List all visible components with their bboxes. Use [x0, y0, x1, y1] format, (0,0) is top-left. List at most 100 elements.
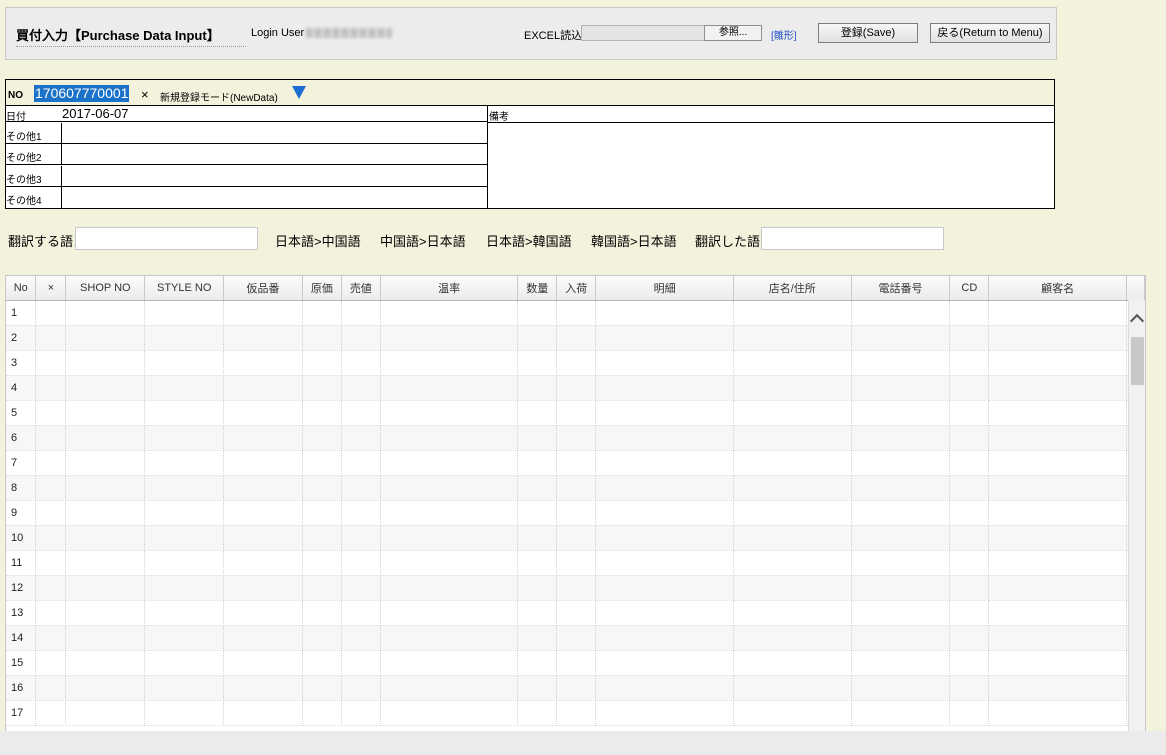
grid-cell[interactable]	[556, 700, 597, 726]
column-header[interactable]: STYLE NO	[144, 276, 225, 301]
grid-cell[interactable]	[144, 575, 225, 601]
grid-cell[interactable]	[851, 550, 951, 576]
grid-cell[interactable]	[144, 650, 225, 676]
grid-cell[interactable]	[851, 700, 951, 726]
grid-cell[interactable]	[988, 325, 1127, 351]
grid-cell[interactable]	[517, 400, 558, 426]
grid-cell[interactable]	[733, 300, 852, 326]
grid-cell[interactable]	[144, 475, 225, 501]
grid-cell[interactable]	[65, 425, 146, 451]
grid-cell[interactable]	[517, 525, 558, 551]
grid-cell[interactable]	[595, 550, 734, 576]
grid-cell[interactable]	[380, 575, 519, 601]
grid-cell[interactable]	[144, 550, 225, 576]
grid-cell[interactable]	[988, 400, 1127, 426]
excel-file-input[interactable]	[581, 25, 705, 41]
grid-cell[interactable]	[35, 675, 67, 701]
grid-cell[interactable]	[988, 350, 1127, 376]
column-header[interactable]: 明細	[595, 276, 734, 301]
grid-cell[interactable]	[949, 400, 990, 426]
grid-cell[interactable]	[595, 700, 734, 726]
column-header[interactable]: 売値	[341, 276, 381, 301]
grid-cell[interactable]	[556, 675, 597, 701]
grid-cell[interactable]	[223, 550, 303, 576]
grid-cell[interactable]	[988, 600, 1127, 626]
grid-cell[interactable]	[35, 550, 67, 576]
grid-cell[interactable]	[380, 525, 519, 551]
grid-cell[interactable]	[851, 600, 951, 626]
grid-cell[interactable]	[144, 675, 225, 701]
grid-cell[interactable]	[595, 475, 734, 501]
grid-cell[interactable]	[733, 550, 852, 576]
grid-cell[interactable]	[341, 550, 381, 576]
grid-cell[interactable]	[302, 300, 342, 326]
grid-cell[interactable]	[223, 525, 303, 551]
grid-cell[interactable]	[65, 300, 146, 326]
grid-cell[interactable]	[144, 300, 225, 326]
grid-cell[interactable]	[949, 475, 990, 501]
grid-cell[interactable]	[851, 650, 951, 676]
grid-cell[interactable]	[341, 675, 381, 701]
grid-cell[interactable]	[949, 325, 990, 351]
grid-cell[interactable]	[302, 325, 342, 351]
grid-cell[interactable]	[302, 700, 342, 726]
grid-cell[interactable]	[380, 350, 519, 376]
grid-cell[interactable]	[517, 650, 558, 676]
grid-cell[interactable]	[949, 375, 990, 401]
grid-cell[interactable]	[556, 450, 597, 476]
grid-cell[interactable]	[595, 300, 734, 326]
grid-cell[interactable]	[988, 375, 1127, 401]
grid-cell[interactable]	[144, 400, 225, 426]
grid-cell[interactable]	[988, 700, 1127, 726]
grid-cell[interactable]	[949, 450, 990, 476]
grid-cell[interactable]	[380, 650, 519, 676]
grid-cell[interactable]	[302, 425, 342, 451]
grid-cell[interactable]	[851, 625, 951, 651]
grid-cell[interactable]	[341, 325, 381, 351]
browse-button[interactable]: 参照...	[704, 25, 762, 41]
grid-cell[interactable]	[851, 425, 951, 451]
grid-cell[interactable]	[949, 600, 990, 626]
grid-cell[interactable]	[380, 325, 519, 351]
grid-cell[interactable]	[517, 375, 558, 401]
grid-cell[interactable]	[517, 350, 558, 376]
grid-cell[interactable]	[949, 350, 990, 376]
grid-cell[interactable]	[302, 575, 342, 601]
grid-cell[interactable]	[35, 450, 67, 476]
grid-cell[interactable]	[949, 550, 990, 576]
grid-cell[interactable]	[517, 600, 558, 626]
grid-cell[interactable]	[949, 675, 990, 701]
grid-cell[interactable]	[144, 325, 225, 351]
zh-to-ja-button[interactable]: 中国語>日本語	[380, 231, 466, 250]
grid-cell[interactable]	[949, 500, 990, 526]
grid-cell[interactable]	[302, 550, 342, 576]
save-button[interactable]: 登録(Save)	[818, 23, 918, 43]
grid-cell[interactable]	[851, 400, 951, 426]
grid-cell[interactable]	[223, 575, 303, 601]
grid-cell[interactable]	[341, 650, 381, 676]
grid-cell[interactable]	[517, 700, 558, 726]
grid-cell[interactable]	[302, 400, 342, 426]
grid-cell[interactable]	[949, 525, 990, 551]
grid-cell[interactable]	[65, 375, 146, 401]
grid-cell[interactable]	[380, 400, 519, 426]
grid-cell[interactable]	[851, 300, 951, 326]
grid-cell[interactable]	[380, 475, 519, 501]
column-header[interactable]: ×	[35, 276, 67, 301]
grid-cell[interactable]	[35, 600, 67, 626]
grid-cell[interactable]	[851, 575, 951, 601]
grid-cell[interactable]	[556, 425, 597, 451]
grid-cell[interactable]	[380, 675, 519, 701]
scroll-up-icon[interactable]	[1129, 313, 1145, 329]
grid-cell[interactable]	[35, 525, 67, 551]
clear-icon[interactable]: ×	[141, 87, 149, 102]
grid-cell[interactable]	[949, 625, 990, 651]
vertical-scrollbar[interactable]	[1128, 300, 1145, 744]
grid-cell[interactable]	[988, 425, 1127, 451]
grid-cell[interactable]	[851, 450, 951, 476]
remarks-textarea[interactable]	[488, 123, 1055, 209]
other-field-3[interactable]	[61, 166, 488, 186]
grid-cell[interactable]	[341, 350, 381, 376]
grid-cell[interactable]	[988, 475, 1127, 501]
grid-cell[interactable]	[144, 625, 225, 651]
